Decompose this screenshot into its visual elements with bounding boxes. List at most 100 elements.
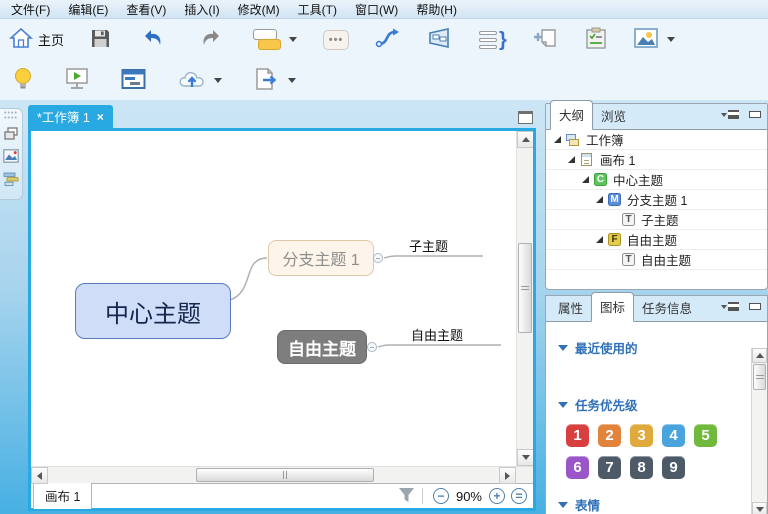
home-button[interactable]: 主页: [4, 24, 69, 55]
priority-6-marker[interactable]: 6: [566, 456, 589, 479]
expand-arrow-icon[interactable]: [568, 156, 575, 163]
palette-grip[interactable]: •••• ••••: [4, 110, 18, 122]
chevron-down-icon[interactable]: [214, 77, 222, 83]
minimize-panel-icon[interactable]: [749, 303, 761, 310]
scroll-up-icon[interactable]: [517, 131, 533, 148]
canvas-horizontal-scrollbar[interactable]: [31, 466, 533, 484]
save-button[interactable]: [85, 25, 116, 55]
tab-outline[interactable]: 大纲: [550, 100, 594, 130]
floating-topic[interactable]: 自由主题: [277, 330, 367, 364]
insert-image-button[interactable]: [628, 24, 680, 55]
filter-icon[interactable]: [398, 487, 415, 506]
canvas-vertical-scrollbar[interactable]: [516, 131, 533, 466]
minimize-panel-icon[interactable]: [749, 111, 761, 118]
section-collapse-icon[interactable]: [558, 401, 568, 408]
tree-row-floating-topic[interactable]: F 自由主题: [546, 230, 767, 250]
export-button[interactable]: [249, 64, 301, 97]
scroll-right-icon[interactable]: [499, 467, 516, 484]
section-title: 表情: [575, 499, 601, 513]
gantt-button[interactable]: [116, 65, 151, 96]
menu-help[interactable]: 帮助(H): [407, 0, 466, 19]
tree-row-central-topic[interactable]: C 中心主题: [546, 170, 767, 190]
undo-button[interactable]: [138, 25, 171, 54]
section-emotion[interactable]: 表情: [558, 495, 767, 514]
zoom-reset-button[interactable]: =: [511, 488, 527, 504]
chevron-down-icon[interactable]: [288, 77, 296, 83]
view-menu-icon[interactable]: [721, 302, 739, 311]
notes-button[interactable]: •••: [318, 27, 354, 53]
priority-9-marker[interactable]: 9: [662, 456, 685, 479]
scroll-left-icon[interactable]: [31, 467, 48, 484]
close-icon[interactable]: ×: [97, 110, 104, 124]
priority-3-marker[interactable]: 3: [630, 424, 653, 447]
boundary-button[interactable]: [422, 24, 458, 55]
menu-modify[interactable]: 修改(M): [229, 0, 289, 19]
menu-edit[interactable]: 编辑(E): [59, 0, 117, 19]
relationship-button[interactable]: [370, 24, 406, 55]
horizontal-scroll-thumb[interactable]: [196, 468, 374, 482]
priority-4-marker[interactable]: 4: [662, 424, 685, 447]
view-menu-icon[interactable]: [721, 110, 739, 119]
expand-arrow-icon[interactable]: [554, 136, 561, 143]
insert-image-icon[interactable]: [3, 149, 19, 166]
expand-arrow-icon[interactable]: [596, 196, 603, 203]
tab-properties[interactable]: 属性: [550, 294, 591, 322]
tree-row-branch-topic[interactable]: M 分支主题 1: [546, 190, 767, 210]
markers-panel-scrollbar[interactable]: [751, 348, 767, 514]
priority-8-marker[interactable]: 8: [630, 456, 653, 479]
expand-arrow-icon[interactable]: [582, 176, 589, 183]
summary-button[interactable]: }: [474, 28, 512, 52]
zoom-in-button[interactable]: +: [489, 488, 505, 504]
menu-tools[interactable]: 工具(T): [289, 0, 346, 19]
chevron-down-icon[interactable]: [289, 37, 298, 42]
priority-5-marker[interactable]: 5: [694, 424, 717, 447]
scroll-up-icon[interactable]: [752, 348, 767, 363]
floating-subtopic-label[interactable]: 自由主题: [411, 325, 463, 344]
redo-icon: [198, 28, 221, 51]
scroll-down-icon[interactable]: [752, 502, 767, 514]
clone-view-icon[interactable]: [4, 127, 18, 143]
section-collapse-icon[interactable]: [558, 344, 568, 351]
markers-scroll-thumb[interactable]: [753, 364, 766, 390]
vertical-scroll-thumb[interactable]: [518, 243, 532, 333]
tab-task-info[interactable]: 任务信息: [634, 294, 700, 322]
priority-2-marker[interactable]: 2: [598, 424, 621, 447]
sheet-tab-canvas-1[interactable]: 画布 1: [33, 482, 93, 509]
insert-topic-button[interactable]: [248, 25, 302, 55]
presentation-button[interactable]: [60, 64, 94, 96]
tab-markers[interactable]: 图标: [591, 292, 635, 322]
tree-row-sheet[interactable]: 画布 1: [546, 150, 767, 170]
central-topic[interactable]: 中心主题: [75, 283, 231, 339]
tree-row-workbook[interactable]: 工作簿: [546, 130, 767, 150]
priority-7-marker[interactable]: 7: [598, 456, 621, 479]
task-button[interactable]: [580, 24, 612, 56]
scroll-down-icon[interactable]: [517, 449, 533, 466]
menu-file[interactable]: 文件(F): [2, 0, 59, 19]
menu-insert[interactable]: 插入(I): [175, 0, 228, 19]
branch-topic-1[interactable]: 分支主题 1: [268, 240, 374, 276]
menu-view[interactable]: 查看(V): [117, 0, 175, 19]
collapse-handle-icon[interactable]: [367, 342, 377, 352]
zoom-out-button[interactable]: −: [432, 488, 449, 504]
subtopic-label[interactable]: 子主题: [409, 236, 448, 255]
section-priority[interactable]: 任务优先级: [558, 395, 767, 414]
priority-1-marker[interactable]: 1: [566, 424, 589, 447]
redo-button[interactable]: [193, 25, 226, 54]
tree-row-floating-subtopic[interactable]: T 自由主题: [546, 250, 767, 270]
topic-badge-icon: T: [622, 253, 635, 266]
section-collapse-icon[interactable]: [558, 501, 568, 508]
collapse-handle-icon[interactable]: [373, 253, 383, 263]
idea-button[interactable]: [8, 64, 38, 97]
menu-window[interactable]: 窗口(W): [346, 0, 407, 19]
document-tab-workbook[interactable]: *工作簿 1 ×: [28, 105, 113, 128]
mindmap-canvas[interactable]: 中心主题 分支主题 1 子主题 自由主题 自由主题: [31, 131, 533, 466]
tab-browse[interactable]: 浏览: [593, 102, 634, 130]
chevron-down-icon[interactable]: [666, 37, 675, 42]
section-recent[interactable]: 最近使用的: [558, 338, 767, 357]
legend-icon[interactable]: [3, 172, 20, 190]
maximize-editor-icon[interactable]: [518, 111, 533, 124]
expand-arrow-icon[interactable]: [596, 236, 603, 243]
tree-row-subtopic[interactable]: T 子主题: [546, 210, 767, 230]
new-sheet-button[interactable]: [528, 24, 564, 55]
cloud-upload-button[interactable]: [173, 65, 227, 96]
